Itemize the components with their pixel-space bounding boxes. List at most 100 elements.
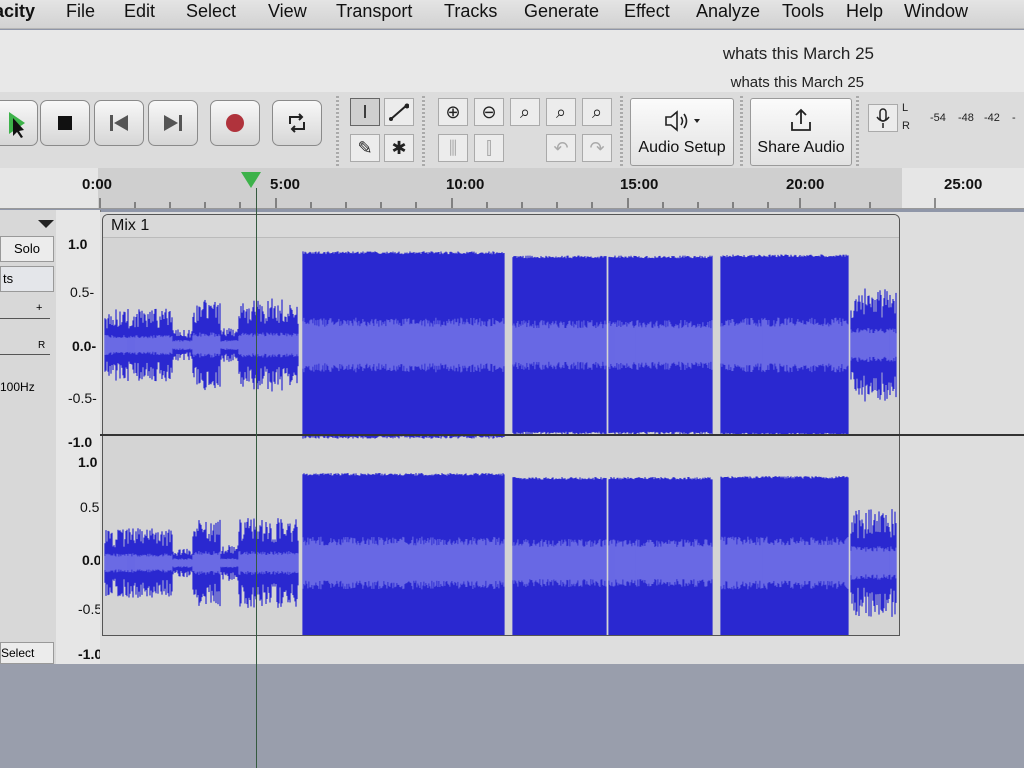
fit-selection-button[interactable]: ⌕ bbox=[510, 98, 540, 126]
loop-icon bbox=[289, 113, 305, 133]
audio-setup-label: Audio Setup bbox=[638, 139, 726, 156]
menu-tools[interactable]: Tools bbox=[782, 1, 824, 22]
stop-button[interactable] bbox=[40, 100, 90, 146]
pencil-icon: ✎ bbox=[357, 137, 373, 158]
time-label: 20:00 bbox=[786, 176, 825, 193]
skip-end-icon bbox=[164, 115, 182, 131]
time-label: 25:00 bbox=[944, 176, 983, 193]
amplitude-label: -0.5- bbox=[68, 390, 97, 406]
menu-select[interactable]: Select bbox=[186, 1, 236, 22]
select-button[interactable]: Select bbox=[0, 642, 54, 664]
redo-button[interactable]: ↷ bbox=[582, 134, 612, 162]
zoom-out-button[interactable]: ⊖ bbox=[474, 98, 504, 126]
menu-file[interactable]: File bbox=[66, 1, 95, 22]
undo-button[interactable]: ↶ bbox=[546, 134, 576, 162]
recording-meter[interactable]: L R -54 -48 -42 - bbox=[896, 100, 1024, 140]
zoom-in-button[interactable]: ⊕ bbox=[438, 98, 468, 126]
amplitude-label: 0.0- bbox=[72, 338, 97, 354]
menu-generate[interactable]: Generate bbox=[524, 1, 599, 22]
skip-start-button[interactable] bbox=[94, 100, 144, 146]
fit-project-icon: ⌕ bbox=[555, 101, 567, 122]
meter-tick: - bbox=[1012, 112, 1016, 124]
fit-selection-icon: ⌕ bbox=[519, 101, 531, 122]
time-label: 0:00 bbox=[82, 176, 113, 193]
envelope-icon bbox=[389, 103, 409, 121]
meter-tick: -54 bbox=[930, 112, 946, 124]
menu-bar: acity File Edit Select View Transport Tr… bbox=[0, 0, 1024, 29]
amplitude-label: -1.0 bbox=[78, 646, 103, 662]
skip-end-button[interactable] bbox=[148, 100, 198, 146]
speaker-icon bbox=[665, 110, 700, 132]
audio-setup-button[interactable]: Audio Setup bbox=[630, 98, 734, 166]
trim-button[interactable]: ⫼ bbox=[438, 134, 468, 162]
timeline-ruler[interactable] bbox=[0, 168, 1024, 209]
envelope-tool[interactable] bbox=[384, 98, 414, 126]
toolbar-grip-3[interactable] bbox=[620, 96, 623, 166]
ruler-ticks bbox=[99, 198, 936, 208]
share-audio-label: Share Audio bbox=[757, 139, 845, 156]
menu-edit[interactable]: Edit bbox=[124, 1, 155, 22]
microphone-icon bbox=[876, 108, 890, 128]
meter-right-label: R bbox=[902, 120, 910, 132]
share-icon bbox=[791, 108, 811, 131]
zoom-toggle-icon: ⌕ bbox=[591, 101, 603, 122]
time-label: 5:00 bbox=[270, 176, 301, 193]
record-icon bbox=[226, 114, 244, 132]
toolbar-grip-4[interactable] bbox=[740, 96, 743, 166]
pan-right-label: R bbox=[38, 340, 46, 351]
selection-tool[interactable]: I bbox=[350, 98, 380, 126]
time-label: 15:00 bbox=[620, 176, 659, 193]
meter-tick: -48 bbox=[958, 112, 974, 124]
play-button[interactable] bbox=[0, 100, 38, 146]
gain-plus-label: + bbox=[36, 302, 43, 314]
solo-button[interactable]: Solo bbox=[0, 236, 54, 262]
menu-tracks[interactable]: Tracks bbox=[444, 1, 497, 22]
multi-tool[interactable]: ✱ bbox=[384, 134, 414, 162]
zoom-toggle-button[interactable]: ⌕ bbox=[582, 98, 612, 126]
skip-start-icon bbox=[110, 115, 128, 131]
silence-icon: ⫿ bbox=[486, 137, 492, 158]
project-title: whats this March 25 bbox=[730, 74, 864, 91]
toolbar-grip-5[interactable] bbox=[856, 96, 859, 166]
amplitude-label: -1.0 bbox=[68, 434, 93, 450]
i-beam-icon: I bbox=[362, 101, 368, 122]
amplitude-label: 0.5- bbox=[70, 284, 95, 300]
clip-header[interactable]: Mix 1 bbox=[103, 215, 899, 238]
toolbar-grip-2[interactable] bbox=[422, 96, 425, 166]
undo-icon: ↶ bbox=[553, 137, 569, 158]
asterisk-icon: ✱ bbox=[391, 137, 407, 158]
effects-button[interactable]: ts bbox=[0, 266, 54, 292]
fit-project-button[interactable]: ⌕ bbox=[546, 98, 576, 126]
menu-help[interactable]: Help bbox=[846, 1, 883, 22]
playhead-marker-icon[interactable] bbox=[241, 172, 261, 188]
menu-app[interactable]: acity bbox=[0, 1, 35, 22]
silence-button[interactable]: ⫿ bbox=[474, 134, 504, 162]
menu-view[interactable]: View bbox=[268, 1, 307, 22]
share-audio-button[interactable]: Share Audio bbox=[750, 98, 852, 166]
record-button[interactable] bbox=[210, 100, 260, 146]
zoom-in-icon: ⊕ bbox=[445, 101, 461, 122]
menu-effect[interactable]: Effect bbox=[624, 1, 670, 22]
amplitude-label: 1.0 bbox=[78, 454, 98, 470]
window-title: whats this March 25 bbox=[722, 44, 874, 63]
playhead-line bbox=[256, 188, 257, 768]
meter-left-label: L bbox=[902, 102, 909, 114]
track-menu-chevron-icon[interactable] bbox=[36, 218, 56, 230]
loop-button[interactable] bbox=[272, 100, 322, 146]
draw-tool[interactable]: ✎ bbox=[350, 134, 380, 162]
empty-track-space[interactable] bbox=[0, 664, 1024, 768]
record-meter-button[interactable] bbox=[868, 104, 898, 132]
waveform[interactable] bbox=[103, 237, 899, 635]
audio-clip[interactable]: Mix 1 bbox=[102, 214, 900, 636]
time-label: 10:00 bbox=[446, 176, 485, 193]
gain-slider[interactable] bbox=[0, 318, 50, 319]
menu-transport[interactable]: Transport bbox=[336, 1, 412, 22]
menu-analyze[interactable]: Analyze bbox=[696, 1, 760, 22]
toolbar-grip[interactable] bbox=[336, 96, 339, 166]
redo-icon: ↷ bbox=[589, 137, 605, 158]
play-icon bbox=[9, 112, 25, 138]
zoom-out-icon: ⊖ bbox=[481, 101, 497, 122]
menu-window[interactable]: Window bbox=[904, 1, 968, 22]
pan-slider[interactable] bbox=[0, 354, 50, 355]
meter-tick: -42 bbox=[984, 112, 1000, 124]
